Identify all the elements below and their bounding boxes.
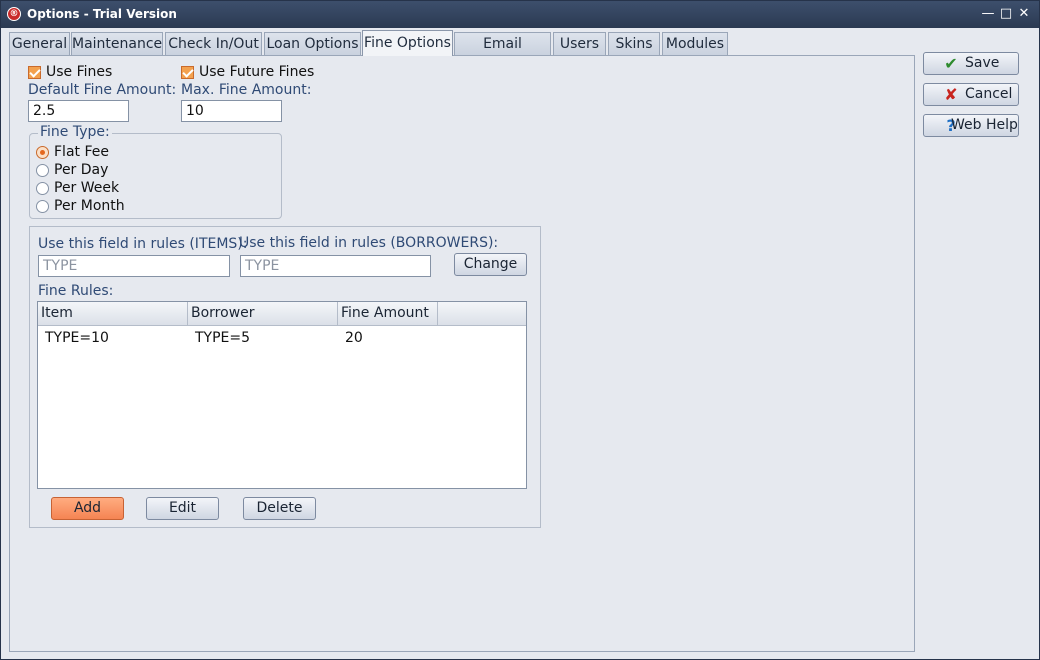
tab-users[interactable]: Users [553,32,606,56]
cancel-button[interactable]: ✘ Cancel [923,83,1019,106]
tab-loan-options[interactable]: Loan Options [264,32,361,56]
tab-skins[interactable]: Skins [608,32,660,56]
borrowers-field-label: Use this field in rules (BORROWERS): [239,235,499,251]
options-window: ® Options - Trial Version — □ ✕ General … [0,0,1040,660]
borrowers-field-input[interactable]: TYPE [240,255,431,277]
use-future-fines-checkbox[interactable] [181,66,194,79]
fine-type-legend: Fine Type: [38,124,112,140]
tab-modules[interactable]: Modules [662,32,728,56]
column-header-filler [438,302,526,326]
add-button[interactable]: Add [51,497,124,520]
use-fines-checkbox[interactable] [28,66,41,79]
app-logo-icon: ® [7,7,21,21]
max-fine-amount-label: Max. Fine Amount: [181,82,312,98]
tab-fine-options[interactable]: Fine Options [362,30,453,56]
title-bar[interactable]: ® Options - Trial Version — □ ✕ [1,1,1039,28]
items-field-input[interactable]: TYPE [38,255,230,277]
fine-rules-table[interactable]: Item Borrower Fine Amount TYPE=10 TYPE=5… [37,301,527,489]
delete-button[interactable]: Delete [243,497,316,520]
cross-icon: ✘ [944,85,958,104]
per-week-label[interactable]: Per Week [54,180,119,196]
cell-item: TYPE=10 [45,330,109,346]
per-week-radio[interactable] [36,182,49,195]
maximize-icon[interactable]: □ [997,5,1015,23]
max-fine-amount-input[interactable]: 10 [181,100,282,122]
web-help-label: Web Help [951,117,1018,133]
per-day-radio[interactable] [36,164,49,177]
column-header-item[interactable]: Item [38,302,188,326]
save-label: Save [965,55,1000,71]
flat-fee-label[interactable]: Flat Fee [54,144,109,160]
default-fine-amount-input[interactable]: 2.5 [28,100,129,122]
per-day-label[interactable]: Per Day [54,162,108,178]
change-button[interactable]: Change [454,253,527,276]
column-header-fine-amount[interactable]: Fine Amount [338,302,438,326]
default-fine-amount-label: Default Fine Amount: [28,82,177,98]
tab-general[interactable]: General [9,32,70,56]
close-icon[interactable]: ✕ [1015,5,1033,23]
cell-borrower: TYPE=5 [195,330,251,346]
save-button[interactable]: ✔ Save [923,52,1019,75]
fine-rules-label: Fine Rules: [38,283,114,299]
use-future-fines-label[interactable]: Use Future Fines [199,64,314,80]
minimize-icon[interactable]: — [979,5,997,23]
items-field-label: Use this field in rules (ITEMS): [38,236,248,252]
flat-fee-radio[interactable] [36,146,49,159]
cancel-label: Cancel [965,86,1013,102]
per-month-label[interactable]: Per Month [54,198,125,214]
edit-button[interactable]: Edit [146,497,219,520]
column-header-borrower[interactable]: Borrower [188,302,338,326]
window-title: Options - Trial Version [27,7,177,21]
web-help-button[interactable]: ? Web Help [923,114,1019,137]
cell-fine-amount: 20 [345,330,363,346]
tab-maintenance[interactable]: Maintenance [71,32,163,56]
checkmark-icon: ✔ [944,54,958,73]
use-fines-label[interactable]: Use Fines [46,64,112,80]
per-month-radio[interactable] [36,200,49,213]
tab-email-options[interactable]: Email Options [454,32,551,74]
tab-check-in-out[interactable]: Check In/Out [165,32,262,56]
